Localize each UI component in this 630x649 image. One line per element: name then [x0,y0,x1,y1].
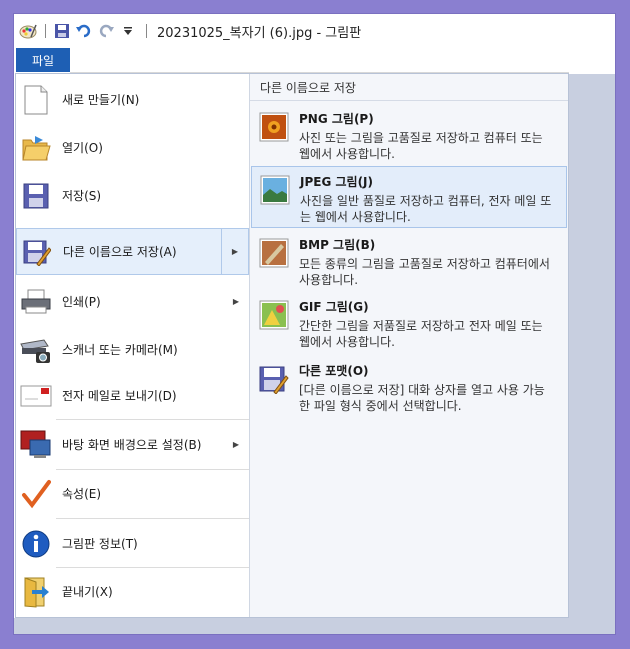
scanner-camera-icon [20,334,52,366]
other-format-icon [259,364,289,394]
quick-save-icon[interactable] [52,21,72,41]
menu-item-label: 다른 이름으로 저장(A) [63,245,177,259]
menu-item-email[interactable]: 전자 메일로 보내기(D) [16,372,249,419]
menu-item-label: 저장(S) [62,189,102,203]
file-tab[interactable]: 파일 [16,48,70,72]
option-name: PNG 그림(P) [299,112,374,126]
menu-item-label: 전자 메일로 보내기(D) [62,389,177,403]
submenu-arrow-icon[interactable]: ▶ [223,421,249,468]
menu-item-scanner[interactable]: 스캐너 또는 카메라(M) [16,326,249,373]
option-name: BMP 그림(B) [299,238,376,252]
title-bar: 20231025_복자기 (6).jpg - 그림판 [14,14,615,48]
menu-item-label: 끝내기(X) [62,585,113,599]
option-description: [다른 이름으로 저장] 대화 상자를 열고 사용 가능한 파일 형식 중에서 … [299,383,545,413]
titlebar-separator [45,24,46,38]
file-menu: 새로 만들기(N) 열기(O) 저장(S) 다른 이름으로 저장(A) ▶ 인쇄… [15,73,569,618]
save-as-submenu: 다른 이름으로 저장 PNG 그림(P) 사진 또는 그림을 고품질로 저장하고… [250,74,568,617]
menu-item-print[interactable]: 인쇄(P) ▶ [16,278,249,325]
menu-item-save[interactable]: 저장(S) [16,172,249,219]
menu-divider [56,419,249,420]
titlebar-separator-2 [146,24,147,38]
desktop-background-icon [20,429,52,461]
redo-icon[interactable] [96,21,116,41]
save-as-gif[interactable]: GIF 그림(G) 간단한 그림을 저품질로 저장하고 전자 메일 또는 웹에서… [251,292,567,354]
paint-app-icon[interactable] [17,21,39,41]
bmp-image-icon [259,238,289,268]
option-name: JPEG 그림(J) [300,175,373,189]
canvas-area-bottom [14,618,615,634]
option-description: 사진을 일반 품질로 저장하고 컴퓨터, 전자 메일 또는 웹에서 사용합니다. [300,194,552,224]
printer-icon [20,286,52,318]
menu-item-properties[interactable]: 속성(E) [16,470,249,517]
exit-icon [20,576,52,608]
menu-item-save-as[interactable]: 다른 이름으로 저장(A) ▶ [16,228,249,275]
menu-item-label: 그림판 정보(T) [62,537,138,551]
checkmark-icon [20,478,52,510]
save-as-bmp[interactable]: BMP 그림(B) 모든 종류의 그림을 고품질로 저장하고 컴퓨터에서 사용합… [251,230,567,290]
menu-item-label: 속성(E) [62,487,102,501]
ribbon-tab-bar [70,48,569,73]
submenu-arrow-icon[interactable]: ▶ [223,278,249,325]
gif-image-icon [259,300,289,330]
save-as-png[interactable]: PNG 그림(P) 사진 또는 그림을 고품질로 저장하고 컴퓨터 또는 웹에서… [251,104,567,164]
save-icon [20,180,52,212]
menu-item-label: 새로 만들기(N) [62,93,140,107]
option-name: 다른 포맷(O) [299,364,369,378]
paint-window: 20231025_복자기 (6).jpg - 그림판 파일 새로 만들기(N) [14,14,615,634]
info-icon [20,528,52,560]
menu-item-open[interactable]: 열기(O) [16,124,249,171]
window-title: 20231025_복자기 (6).jpg - 그림판 [157,25,362,41]
jpeg-image-icon [260,175,290,205]
option-description: 모든 종류의 그림을 고품질로 저장하고 컴퓨터에서 사용합니다. [299,257,550,287]
submenu-arrow-icon[interactable]: ▶ [221,229,248,274]
save-as-other-format[interactable]: 다른 포맷(O) [다른 이름으로 저장] 대화 상자를 열고 사용 가능한 파… [251,356,567,418]
save-as-icon [21,236,53,268]
new-file-icon [20,84,52,116]
save-as-jpeg[interactable]: JPEG 그림(J) 사진을 일반 품질로 저장하고 컴퓨터, 전자 메일 또는… [251,166,567,228]
canvas-area [568,74,615,634]
customize-quick-access-icon[interactable] [118,21,138,41]
file-menu-commands: 새로 만들기(N) 열기(O) 저장(S) 다른 이름으로 저장(A) ▶ 인쇄… [16,74,250,617]
menu-item-about[interactable]: 그림판 정보(T) [16,520,249,567]
menu-item-new[interactable]: 새로 만들기(N) [16,76,249,123]
option-description: 사진 또는 그림을 고품질로 저장하고 컴퓨터 또는 웹에서 사용합니다. [299,131,543,161]
option-name: GIF 그림(G) [299,300,369,314]
undo-icon[interactable] [74,21,94,41]
menu-item-label: 인쇄(P) [62,295,101,309]
menu-item-desktop-background[interactable]: 바탕 화면 배경으로 설정(B) ▶ [16,421,249,468]
submenu-header: 다른 이름으로 저장 [250,74,568,101]
menu-item-label: 바탕 화면 배경으로 설정(B) [62,438,202,452]
open-folder-icon [20,132,52,164]
menu-item-exit[interactable]: 끝내기(X) [16,568,249,615]
menu-item-label: 스캐너 또는 카메라(M) [62,343,178,357]
email-icon [20,380,52,412]
option-description: 간단한 그림을 저품질로 저장하고 전자 메일 또는 웹에서 사용합니다. [299,319,543,349]
menu-item-label: 열기(O) [62,141,103,155]
menu-divider [56,518,249,519]
png-image-icon [259,112,289,142]
